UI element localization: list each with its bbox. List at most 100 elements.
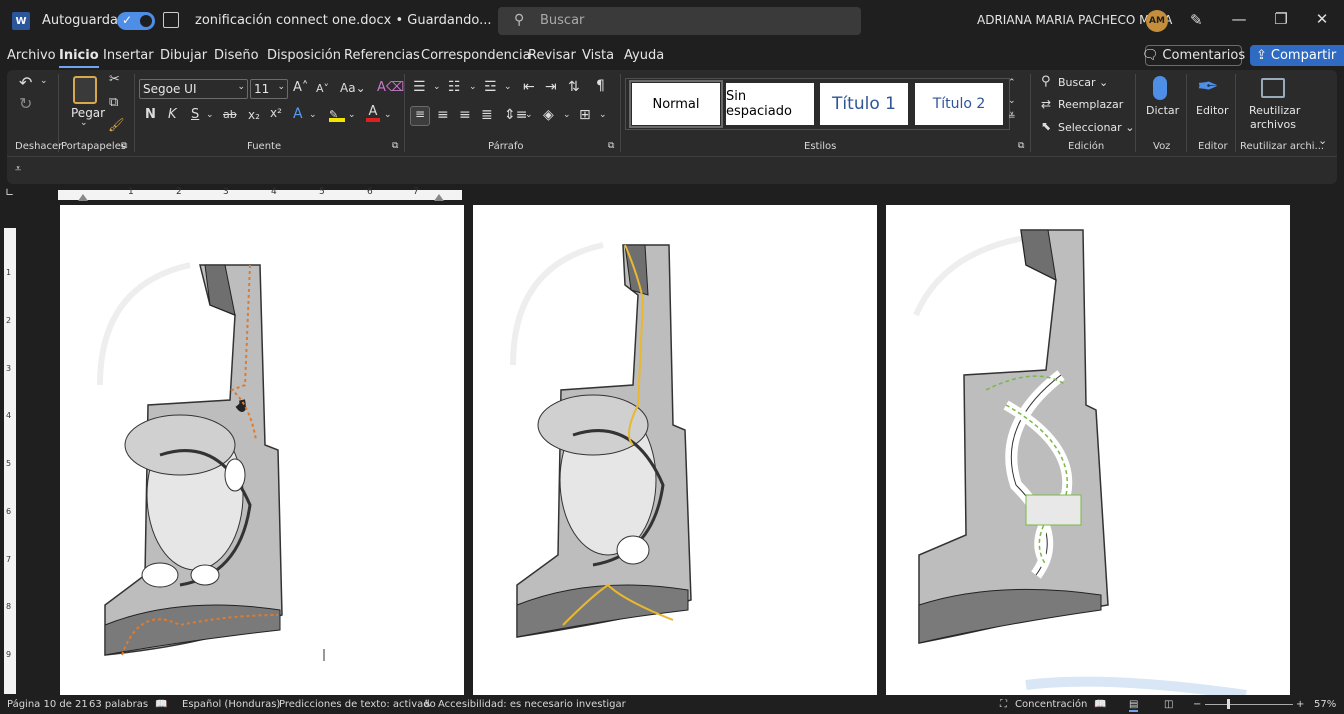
focus-mode[interactable]: Concentración: [1015, 699, 1087, 710]
microphone-icon[interactable]: [1153, 76, 1167, 100]
editor-label[interactable]: Editor: [1196, 104, 1229, 118]
zoom-in-icon[interactable]: +: [1296, 699, 1304, 710]
customize-toolbar-icon[interactable]: ⩡: [15, 162, 21, 176]
avatar[interactable]: AM: [1146, 10, 1168, 32]
reuse-files-label-2[interactable]: archivos: [1249, 118, 1297, 132]
right-indent-marker[interactable]: [434, 194, 444, 201]
style-heading-2[interactable]: Título 2: [915, 83, 1003, 125]
redo-icon[interactable]: ↻: [19, 94, 32, 113]
undo-icon[interactable]: ↶: [19, 73, 32, 92]
text-effects-icon[interactable]: A: [293, 106, 303, 122]
tab-dibujar[interactable]: Dibujar: [160, 48, 207, 63]
dialog-launcher-icon[interactable]: ⧉: [1018, 141, 1024, 151]
save-icon[interactable]: [163, 12, 179, 28]
dictate-label[interactable]: Dictar: [1146, 104, 1179, 118]
print-layout-icon[interactable]: ▤: [1129, 699, 1139, 712]
chevron-down-icon[interactable]: ⌄: [309, 110, 317, 120]
paste-icon[interactable]: [73, 76, 97, 104]
style-normal[interactable]: Normal: [629, 80, 723, 128]
page-count[interactable]: Página 10 de 21: [7, 699, 88, 710]
zoom-slider[interactable]: [1205, 699, 1293, 709]
tab-ayuda[interactable]: Ayuda: [624, 48, 664, 63]
replace-label[interactable]: Reemplazar: [1058, 98, 1123, 111]
chevron-down-icon[interactable]: ⌄: [80, 118, 88, 128]
reuse-files-icon[interactable]: [1261, 78, 1285, 98]
font-name-select[interactable]: Segoe UI ⌄: [139, 79, 248, 99]
editor-pen-icon[interactable]: ✒: [1197, 72, 1219, 102]
indent-marker[interactable]: [78, 194, 88, 201]
zoom-slider-thumb[interactable]: [1227, 699, 1230, 709]
read-mode-icon[interactable]: 📖: [1094, 699, 1106, 710]
chevron-down-icon[interactable]: ⌄: [1008, 96, 1016, 106]
close-icon[interactable]: ✕: [1312, 10, 1332, 28]
multilevel-list-icon[interactable]: ☲: [484, 79, 497, 95]
text-predictions[interactable]: Predicciones de texto: activado: [279, 699, 436, 710]
proofing-icon[interactable]: 📖: [155, 699, 167, 710]
maximize-icon[interactable]: ❐: [1271, 10, 1291, 28]
line-spacing-icon[interactable]: ⇕≡: [504, 107, 527, 123]
subscript-icon[interactable]: x₂: [248, 108, 260, 122]
focus-icon[interactable]: ⛶: [1000, 699, 1007, 710]
word-count[interactable]: 63 palabras: [89, 699, 148, 710]
dialog-launcher-icon[interactable]: ⧉: [608, 141, 614, 151]
justify-icon[interactable]: ≣: [481, 107, 493, 123]
style-no-spacing[interactable]: Sin espaciado: [726, 83, 814, 125]
accessibility-status[interactable]: Accesibilidad: es necesario investigar: [438, 699, 626, 710]
search-box[interactable]: ⚲ Buscar: [498, 7, 861, 35]
paste-label[interactable]: Pegar: [71, 106, 105, 120]
chevron-down-icon[interactable]: ⌄: [206, 110, 214, 120]
chevron-down-icon[interactable]: ⌄: [348, 110, 356, 120]
tab-correspondencia[interactable]: Correspondencia: [421, 48, 531, 63]
chevron-down-icon[interactable]: ⌄: [469, 82, 477, 92]
select-label[interactable]: Seleccionar ⌄: [1058, 121, 1134, 134]
highlight-icon[interactable]: ✎: [329, 108, 345, 122]
clear-formatting-icon[interactable]: A⌫: [377, 80, 404, 95]
style-heading-1[interactable]: Título 1: [820, 83, 908, 125]
select-icon[interactable]: ⬉: [1041, 119, 1051, 133]
tab-vista[interactable]: Vista: [582, 48, 614, 63]
tab-referencias[interactable]: Referencias: [344, 48, 420, 63]
chevron-down-icon[interactable]: ⌄: [384, 110, 392, 120]
chevron-down-icon[interactable]: ⌄: [563, 110, 571, 120]
vertical-ruler[interactable]: 1 2 3 4 5 6 7 8 9: [4, 228, 16, 694]
user-name[interactable]: ADRIANA MARIA PACHECO MEJIA: [977, 13, 1172, 27]
page-3[interactable]: [886, 205, 1290, 695]
tab-inicio[interactable]: Inicio: [59, 48, 99, 68]
tab-disposicion[interactable]: Disposición: [267, 48, 341, 63]
paragraph-mark-icon[interactable]: ¶: [596, 78, 605, 94]
tab-archivo[interactable]: Archivo: [7, 48, 56, 63]
dialog-launcher-icon[interactable]: ⧉: [392, 141, 398, 151]
dialog-launcher-icon[interactable]: ⧉: [121, 141, 127, 151]
designer-pen-icon[interactable]: ✎: [1190, 11, 1203, 29]
document-canvas[interactable]: [20, 205, 1344, 695]
tab-selector-icon[interactable]: ∟: [5, 186, 14, 199]
language[interactable]: Español (Honduras): [182, 699, 280, 710]
italic-button[interactable]: K: [168, 107, 177, 122]
chevron-up-icon[interactable]: ⌃: [1008, 78, 1016, 88]
format-painter-icon[interactable]: 🖌: [108, 118, 125, 133]
accessibility-icon[interactable]: ♿: [423, 699, 432, 710]
chevron-down-icon[interactable]: ⌄: [599, 110, 607, 120]
cut-icon[interactable]: ✂: [109, 72, 120, 87]
minimize-icon[interactable]: —: [1229, 10, 1249, 28]
page-2[interactable]: [473, 205, 877, 695]
zoom-level[interactable]: 57%: [1314, 699, 1336, 710]
tab-revisar[interactable]: Revisar: [528, 48, 576, 63]
font-size-select[interactable]: 11 ⌄: [250, 79, 288, 99]
find-label[interactable]: Buscar ⌄: [1058, 76, 1108, 89]
borders-icon[interactable]: ⊞: [579, 107, 591, 123]
grow-font-icon[interactable]: A˄: [293, 80, 308, 95]
copy-icon[interactable]: ⧉: [109, 95, 118, 110]
align-center-icon[interactable]: ≡: [437, 107, 449, 123]
autosave-toggle[interactable]: ✓: [117, 12, 155, 30]
tab-insertar[interactable]: Insertar: [103, 48, 154, 63]
replace-icon[interactable]: ⇄: [1041, 97, 1051, 111]
collapse-ribbon-icon[interactable]: ⌄: [1318, 134, 1327, 147]
underline-button[interactable]: S: [191, 107, 199, 122]
change-case-icon[interactable]: Aa⌄: [340, 81, 366, 95]
bold-button[interactable]: N: [145, 107, 156, 122]
bullets-icon[interactable]: ☰: [413, 79, 426, 95]
chevron-down-icon[interactable]: ⌄: [525, 110, 533, 120]
increase-indent-icon[interactable]: ⇥: [545, 79, 557, 95]
gallery-more-icon[interactable]: ≚: [1008, 112, 1016, 122]
